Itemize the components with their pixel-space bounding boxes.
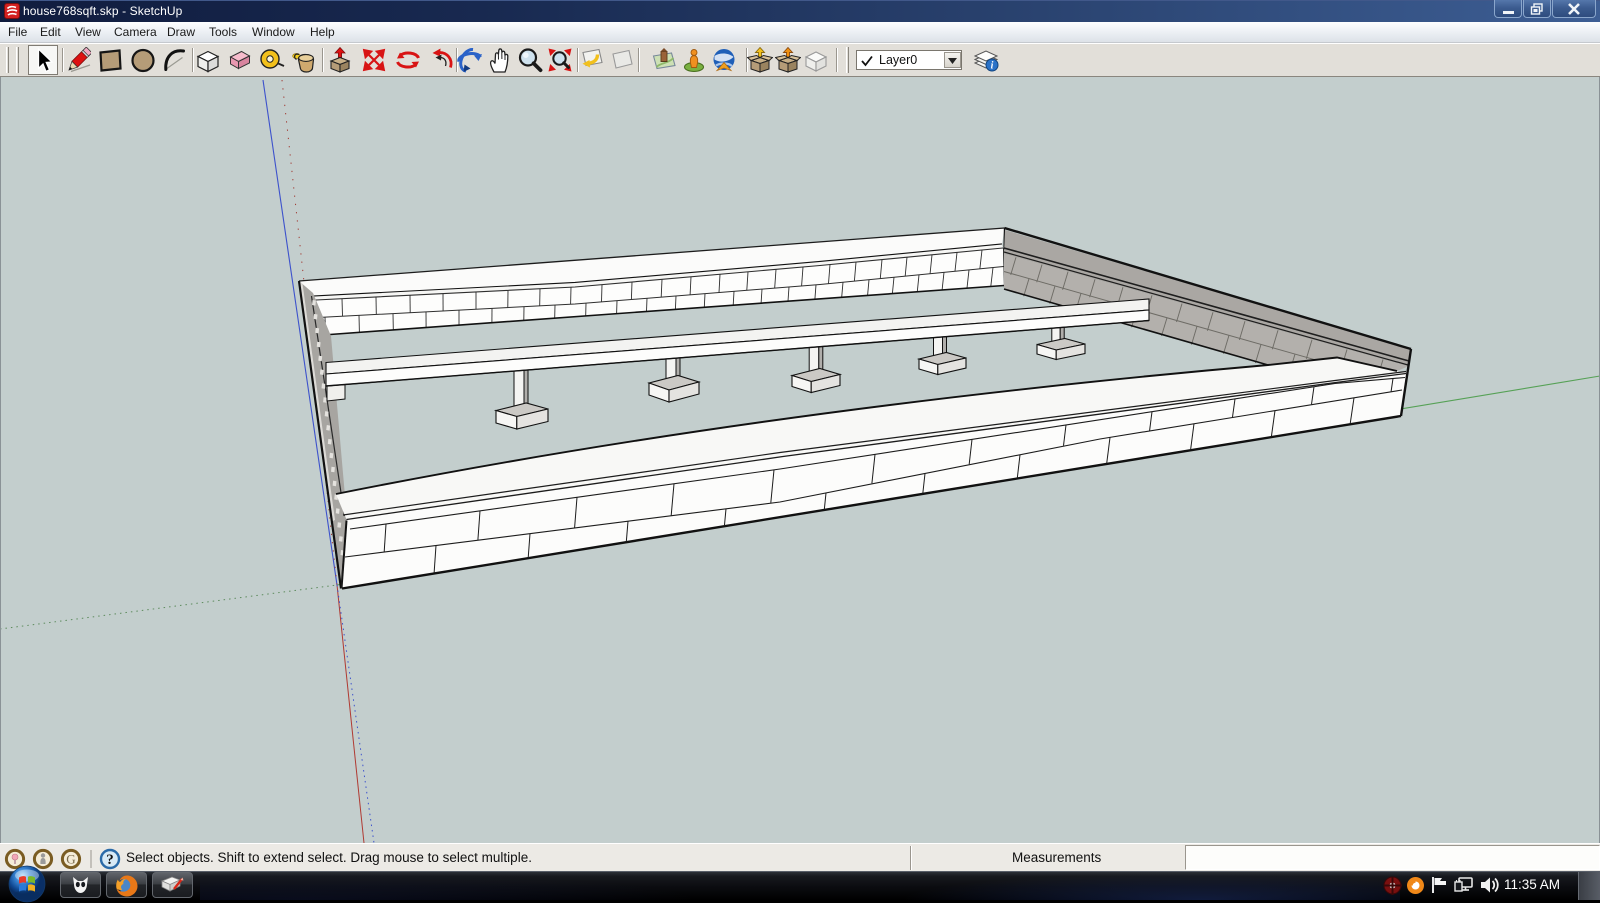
svg-text:?: ? [106,852,114,868]
svg-text:G: G [66,852,75,867]
svg-text:i: i [991,61,994,72]
